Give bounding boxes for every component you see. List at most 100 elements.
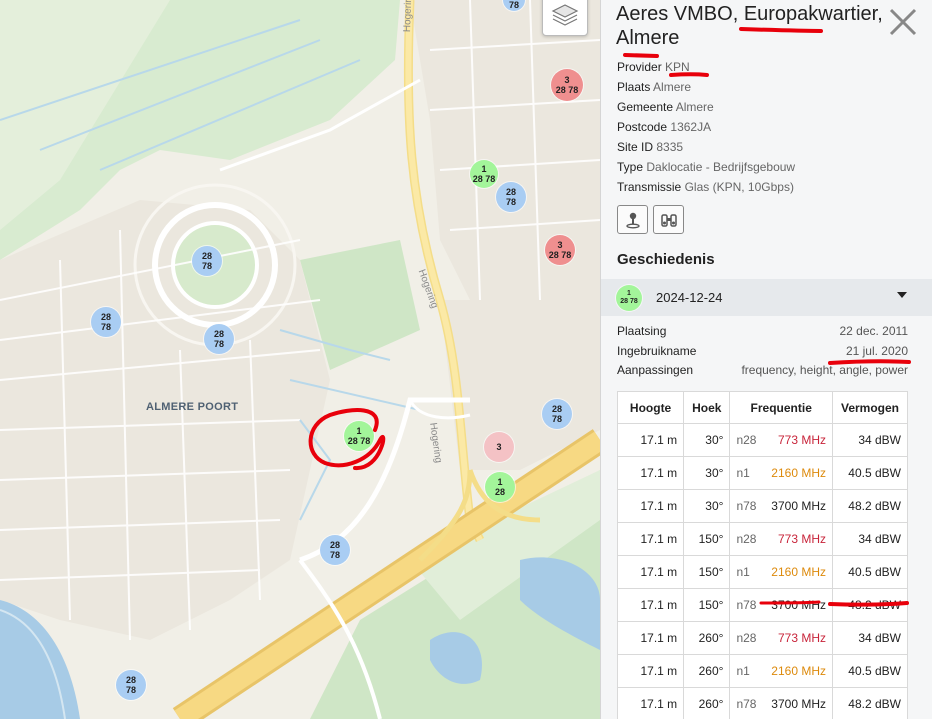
map-base-layer bbox=[0, 0, 600, 719]
site-marker[interactable]: 2878 bbox=[320, 535, 350, 565]
property-gemeente: Gemeente Almere bbox=[617, 100, 714, 114]
close-icon[interactable] bbox=[887, 6, 919, 38]
streetview-button[interactable] bbox=[617, 205, 648, 234]
cell-band: n1 bbox=[736, 664, 750, 678]
cell-freq-value: 2160 MHz bbox=[771, 466, 826, 480]
marker-label: 78 bbox=[508, 0, 519, 10]
marker-label: 1 bbox=[497, 477, 503, 487]
cell-band: n28 bbox=[736, 631, 757, 645]
property-provider: Provider KPN bbox=[617, 60, 690, 74]
site-title: Aeres VMBO, Europakwartier, Almere bbox=[616, 3, 883, 49]
cell-freq-value: 773 MHz bbox=[777, 532, 826, 546]
cell-frequency: n78 3700 MHz bbox=[729, 489, 833, 523]
marker-label: 78 bbox=[505, 197, 516, 207]
cell-angle: 260° bbox=[683, 687, 731, 719]
table-row: 17.1 m 30° n1 2160 MHz 40.5 dBW bbox=[616, 456, 908, 490]
site-marker[interactable]: 3 28 78 bbox=[551, 69, 583, 101]
cell-frequency: n1 2160 MHz bbox=[729, 654, 833, 688]
cell-power: 48.2 dBW bbox=[832, 687, 908, 719]
marker-label: 28 78 bbox=[347, 436, 371, 446]
table-row: 17.1 m 260° n28 773 MHz 34 dBW bbox=[616, 621, 908, 655]
cell-height: 17.1 m bbox=[616, 456, 685, 490]
cell-power: 34 dBW bbox=[832, 522, 908, 556]
area-label-almere-poort: ALMERE POORT bbox=[146, 401, 239, 413]
property-type: Type Daklocatie - Bedrijfsgebouw bbox=[617, 160, 796, 174]
marker-label: 1 bbox=[481, 164, 487, 174]
marker-label: 28 78 bbox=[548, 250, 572, 260]
marker-label: 78 bbox=[213, 339, 224, 349]
site-marker[interactable]: 2878 bbox=[192, 246, 222, 276]
site-marker[interactable]: 1 28 bbox=[485, 472, 515, 502]
site-marker[interactable]: 3 28 78 bbox=[545, 235, 575, 265]
layers-button[interactable] bbox=[542, 0, 588, 36]
cell-frequency: n28 773 MHz bbox=[729, 621, 833, 655]
marker-label: 28 bbox=[505, 187, 516, 197]
cell-frequency: n78 3700 MHz bbox=[729, 687, 833, 719]
history-date: 2024-12-24 bbox=[656, 290, 723, 305]
marker-label: 1 bbox=[356, 426, 362, 436]
cell-height: 17.1 m bbox=[616, 588, 685, 622]
cell-angle: 150° bbox=[683, 555, 731, 589]
site-marker[interactable]: 2878 bbox=[542, 399, 572, 429]
property-site-id: Site ID 8335 bbox=[617, 140, 684, 154]
marker-label: 28 bbox=[125, 675, 136, 685]
cell-angle: 150° bbox=[683, 588, 731, 622]
cell-height: 17.1 m bbox=[616, 555, 685, 589]
cell-band: n1 bbox=[736, 466, 750, 480]
column-header-frequentie: Frequentie bbox=[729, 391, 833, 424]
cell-band: n78 bbox=[736, 697, 757, 711]
property-plaats: Plaats Almere bbox=[617, 80, 692, 94]
marker-label: 28 78 bbox=[472, 174, 496, 184]
detail-plaatsing-value: 22 dec. 2011 bbox=[839, 324, 908, 338]
site-marker[interactable]: 3 bbox=[484, 432, 514, 462]
binoculars-icon bbox=[660, 213, 677, 227]
cell-angle: 260° bbox=[683, 621, 731, 655]
cell-band: n28 bbox=[736, 433, 757, 447]
detail-aanpassingen-value: frequency, height, angle, power bbox=[741, 363, 908, 377]
cell-power: 34 dBW bbox=[832, 621, 908, 655]
marker-label: 78 bbox=[125, 685, 136, 695]
cell-freq-value: 773 MHz bbox=[777, 433, 826, 447]
cell-angle: 30° bbox=[683, 456, 731, 490]
site-marker[interactable]: 2878 bbox=[116, 670, 146, 700]
table-header-row: Hoogte Hoek Frequentie Vermogen bbox=[616, 391, 908, 424]
cell-angle: 30° bbox=[683, 423, 731, 457]
binoculars-button[interactable] bbox=[653, 205, 684, 234]
table-row: 17.1 m 260° n78 3700 MHz 48.2 dBW bbox=[616, 687, 908, 719]
cell-freq-value: 2160 MHz bbox=[771, 565, 826, 579]
property-postcode: Postcode 1362JA bbox=[617, 120, 712, 134]
cell-freq-value: 773 MHz bbox=[777, 631, 826, 645]
column-header-vermogen: Vermogen bbox=[832, 391, 908, 424]
site-marker[interactable]: 2878 bbox=[496, 182, 526, 212]
map-view[interactable]: Hogering Hogering Hogering ALMERE POORT … bbox=[0, 0, 600, 719]
cell-height: 17.1 m bbox=[616, 621, 685, 655]
marker-label: 3 bbox=[496, 442, 502, 452]
site-marker[interactable]: 1 28 78 bbox=[344, 421, 374, 451]
site-details-panel: Aeres VMBO, Europakwartier, Almere Provi… bbox=[600, 0, 932, 719]
history-heading: Geschiedenis bbox=[617, 251, 715, 268]
marker-label: 3 bbox=[557, 240, 563, 250]
table-row: 17.1 m 30° n78 3700 MHz 48.2 dBW bbox=[616, 489, 908, 523]
marker-label: 28 bbox=[100, 312, 111, 322]
history-entry-toggle[interactable]: 1 28 78 2024-12-24 bbox=[601, 279, 932, 316]
cell-frequency: n28 773 MHz bbox=[729, 423, 833, 457]
cell-freq-value: 3700 MHz bbox=[771, 499, 826, 513]
cell-frequency: n78 3700 MHz bbox=[729, 588, 833, 622]
table-row: 17.1 m 150° n1 2160 MHz 40.5 dBW bbox=[616, 555, 908, 589]
cell-height: 17.1 m bbox=[616, 654, 685, 688]
detail-ingebruikname-value: 21 jul. 2020 bbox=[845, 344, 908, 358]
cell-power: 48.2 dBW bbox=[832, 489, 908, 523]
cell-height: 17.1 m bbox=[616, 423, 685, 457]
site-marker[interactable]: 1 28 78 bbox=[470, 160, 498, 188]
cell-band: n1 bbox=[736, 565, 750, 579]
column-header-hoek: Hoek bbox=[683, 391, 731, 424]
site-marker[interactable]: 2878 bbox=[204, 324, 234, 354]
column-header-hoogte: Hoogte bbox=[616, 391, 685, 424]
chevron-down-icon bbox=[897, 292, 907, 298]
cell-band: n78 bbox=[736, 499, 757, 513]
cell-frequency: n1 2160 MHz bbox=[729, 456, 833, 490]
marker-label: 28 bbox=[201, 251, 212, 261]
cell-height: 17.1 m bbox=[616, 687, 685, 719]
streetview-icon bbox=[625, 212, 640, 228]
site-marker[interactable]: 2878 bbox=[91, 307, 121, 337]
